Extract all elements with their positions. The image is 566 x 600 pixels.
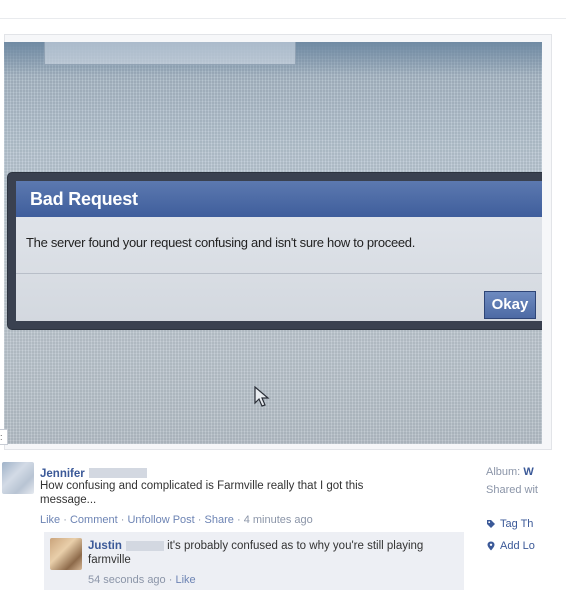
separator: · <box>236 514 241 526</box>
post-text: How confusing and complicated is Farmvil… <box>40 480 364 506</box>
post-area: Jennifer How confusing and complicated i… <box>0 452 566 600</box>
separator: · <box>197 514 202 526</box>
blurred-surname <box>88 467 147 478</box>
comment-link[interactable]: Comment <box>70 514 118 526</box>
post-timestamp[interactable]: 4 minutes ago <box>244 514 313 526</box>
separator: · <box>168 574 173 586</box>
photo-screen-window-edge <box>44 42 296 65</box>
dialog-divider <box>16 273 542 274</box>
location-pin-icon <box>487 541 495 551</box>
post-actions: Like · Comment · Unfollow Post · Share ·… <box>40 514 313 526</box>
blurred-surname <box>125 540 164 551</box>
separator: · <box>63 514 67 526</box>
add-location-link[interactable]: Add Lo <box>486 540 566 558</box>
album-row: Album: W <box>486 466 566 484</box>
tag-icon <box>487 520 495 528</box>
like-link[interactable]: Like <box>40 514 60 526</box>
separator: · <box>120 514 125 526</box>
dialog-message: The server found your request confusing … <box>26 235 416 250</box>
unfollow-post-link[interactable]: Unfollow Post <box>127 514 194 526</box>
comment-avatar[interactable] <box>50 538 82 570</box>
mouse-pointer-icon <box>254 386 270 407</box>
location-label: Add Lo <box>500 540 535 552</box>
comment-timestamp[interactable]: 54 seconds ago <box>88 574 166 586</box>
avatar[interactable] <box>2 462 34 494</box>
dialog-body: The server found your request confusing … <box>16 217 542 321</box>
photo[interactable]: Bad Request The server found your reques… <box>4 42 542 444</box>
comment: Justin it's probably confused as to why … <box>44 532 464 590</box>
share-link[interactable]: Share <box>205 514 234 526</box>
album-link[interactable]: W <box>523 466 533 478</box>
edge-tab[interactable]: : <box>0 429 8 445</box>
comment-text-line: Justin it's probably confused as to why … <box>88 539 458 567</box>
comment-like-link[interactable]: Like <box>175 574 195 586</box>
shared-with: Shared wit <box>486 484 538 496</box>
comment-meta: 54 seconds ago · Like <box>88 574 196 586</box>
okay-button[interactable]: Okay <box>484 291 536 319</box>
dialog-title: Bad Request <box>16 181 542 217</box>
photo-info-sidebar: Album: W Shared wit Tag Th Add Lo <box>486 466 566 558</box>
comment-author[interactable]: Justin <box>88 540 122 552</box>
tag-label: Tag Th <box>500 518 534 530</box>
bad-request-dialog: Bad Request The server found your reques… <box>8 173 542 329</box>
album-label: Album: <box>486 466 521 478</box>
top-bar <box>0 0 566 19</box>
tag-photo-link[interactable]: Tag Th <box>486 518 566 536</box>
